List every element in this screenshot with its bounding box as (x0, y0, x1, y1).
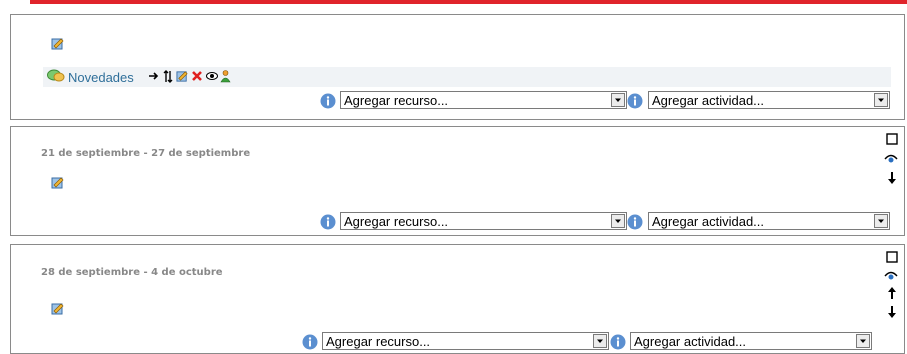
help-info-icon[interactable] (320, 93, 336, 109)
delete-icon[interactable] (191, 70, 203, 82)
move-down-icon[interactable] (886, 305, 898, 319)
add-activity-select[interactable]: Agregar actividad... (648, 212, 890, 230)
add-content-row: Agregar recurso... Agregar actividad... (11, 212, 904, 232)
group-mode-icon[interactable] (220, 70, 231, 83)
edit-summary-icon[interactable] (51, 37, 65, 51)
header-accent-bar (30, 0, 907, 4)
add-activity-select[interactable]: Agregar actividad... (630, 332, 872, 350)
add-resource-select[interactable]: Agregar recurso... (340, 91, 627, 109)
highlight-square-icon[interactable] (886, 251, 898, 263)
chevron-down-icon (874, 93, 888, 107)
move-down-icon[interactable] (886, 171, 898, 185)
move-icon[interactable] (162, 70, 174, 83)
help-info-icon[interactable] (627, 214, 643, 230)
help-info-icon[interactable] (610, 334, 626, 350)
help-info-icon[interactable] (320, 214, 336, 230)
section-date-title: 28 de septiembre - 4 de octubre (41, 267, 223, 278)
chevron-down-icon (611, 93, 625, 107)
edit-summary-icon[interactable] (51, 302, 65, 316)
indent-right-icon[interactable] (148, 70, 160, 82)
visibility-eye-icon[interactable] (884, 269, 898, 283)
course-section-week-1: 21 de septiembre - 27 de septiembre Agre… (10, 126, 905, 236)
highlight-square-icon[interactable] (886, 133, 898, 145)
add-resource-select[interactable]: Agregar recurso... (340, 212, 627, 230)
add-content-row: Agregar recurso... Agregar actividad... (11, 332, 904, 352)
help-info-icon[interactable] (302, 334, 318, 350)
chevron-down-icon (874, 214, 888, 228)
visibility-eye-icon[interactable] (206, 70, 218, 82)
help-info-icon[interactable] (627, 93, 643, 109)
add-activity-select[interactable]: Agregar actividad... (648, 91, 890, 109)
section-date-title: 21 de septiembre - 27 de septiembre (41, 148, 251, 159)
course-section-week-2: 28 de septiembre - 4 de octubre Agregar … (10, 244, 905, 354)
add-resource-select[interactable]: Agregar recurso... (322, 332, 609, 350)
move-up-icon[interactable] (886, 286, 898, 300)
edit-icon[interactable] (176, 70, 189, 83)
chevron-down-icon (611, 214, 625, 228)
forum-link-novedades[interactable]: Novedades (68, 70, 134, 85)
visibility-eye-icon[interactable] (884, 152, 898, 166)
edit-summary-icon[interactable] (51, 176, 65, 190)
course-section-general: Novedades Agregar recurso... Agregar act… (10, 14, 905, 120)
add-content-row: Agregar recurso... Agregar actividad... (11, 91, 904, 111)
chevron-down-icon (593, 334, 607, 348)
chevron-down-icon (856, 334, 870, 348)
forum-icon (47, 69, 65, 82)
forum-activity-row: Novedades (43, 67, 891, 87)
